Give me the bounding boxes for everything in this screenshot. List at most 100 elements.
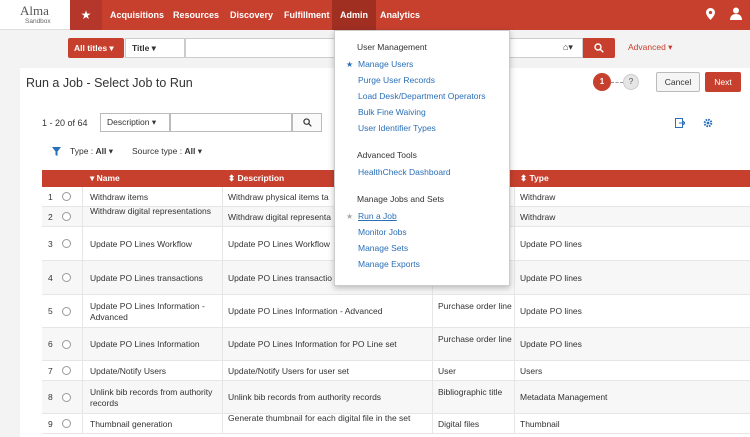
source-type-filter[interactable]: Source type : All ▾	[132, 146, 202, 157]
table-row[interactable]: 6 Update PO Lines Information Update PO Li…	[42, 328, 750, 361]
header-name[interactable]: ▾ Name	[90, 170, 120, 187]
row-select-radio[interactable]	[62, 392, 71, 402]
column-divider	[514, 187, 515, 206]
nav-acquisitions[interactable]: Acquisitions	[110, 0, 164, 30]
job-name: Update PO Lines Workflow	[90, 238, 192, 249]
list-search-button[interactable]	[292, 113, 322, 132]
type-filter-label: Type :	[70, 146, 94, 156]
job-name: Update PO Lines Information - Advanced	[90, 300, 205, 322]
logo-env: Sandbox	[25, 18, 51, 25]
column-divider	[514, 261, 515, 294]
menu-item-user-identifier-types[interactable]: User Identifier Types	[358, 123, 436, 133]
next-button[interactable]: Next	[705, 72, 741, 92]
row-select-radio[interactable]	[62, 306, 71, 316]
map-pin-icon[interactable]	[706, 8, 715, 23]
user-icon[interactable]	[730, 7, 742, 23]
job-type: Users	[520, 365, 543, 376]
step-indicator-1: 1	[593, 73, 611, 91]
menu-section-jobs-sets: Manage Jobs and Sets	[357, 194, 444, 204]
list-search-field-dropdown[interactable]: Description ▾	[100, 113, 170, 132]
column-divider	[432, 414, 433, 433]
menu-item-bulk-fine-waiving[interactable]: Bulk Fine Waiving	[358, 107, 426, 117]
job-source-type: User	[438, 365, 456, 376]
search-icon	[594, 43, 604, 53]
row-select-radio[interactable]	[62, 339, 71, 349]
cancel-button[interactable]: Cancel	[656, 72, 700, 92]
column-divider	[82, 381, 83, 413]
filter-icon	[52, 147, 61, 158]
row-number: 9	[48, 418, 53, 429]
job-description: Update/Notify Users for user set	[228, 365, 349, 376]
search-button[interactable]	[583, 38, 615, 58]
list-search-input[interactable]	[170, 113, 292, 132]
column-divider	[82, 261, 83, 294]
job-name: Thumbnail generation	[90, 418, 173, 429]
job-type: Withdraw	[520, 191, 556, 202]
step-connector	[611, 82, 623, 83]
admin-menu: User Management ★ Manage Users Purge Use…	[334, 30, 510, 286]
row-select-radio[interactable]	[62, 366, 71, 375]
search-icon	[302, 118, 312, 127]
menu-item-healthcheck[interactable]: HealthCheck Dashboard	[358, 167, 451, 177]
column-divider	[82, 187, 83, 206]
type-filter[interactable]: Type : All ▾	[70, 146, 113, 157]
row-select-radio[interactable]	[62, 192, 71, 201]
column-divider	[222, 227, 223, 260]
table-row[interactable]: 5 Update PO Lines Information - Advanced U…	[42, 295, 750, 328]
nav-fulfillment[interactable]: Fulfillment	[284, 0, 330, 30]
column-divider	[432, 328, 433, 360]
menu-item-manage-users[interactable]: Manage Users	[358, 59, 413, 69]
alma-logo[interactable]: Alma Sandbox	[0, 0, 70, 30]
job-type: Update PO lines	[520, 238, 582, 249]
row-select-radio[interactable]	[62, 212, 71, 221]
job-source-type: Purchase order line	[438, 333, 512, 344]
row-number: 2	[48, 211, 53, 222]
menu-item-manage-sets[interactable]: Manage Sets	[358, 243, 408, 253]
column-divider	[514, 295, 515, 327]
search-scope-dropdown[interactable]: All titles ▾	[68, 38, 124, 58]
menu-item-manage-exports[interactable]: Manage Exports	[358, 259, 420, 269]
results-count: 1 - 20 of 64	[42, 118, 88, 128]
favorites-star-icon[interactable]: ★	[70, 0, 102, 30]
job-type: Thumbnail	[520, 418, 560, 429]
export-icon[interactable]	[675, 118, 686, 131]
menu-section-user-management: User Management	[357, 42, 427, 52]
favorite-star-icon[interactable]: ★	[346, 212, 353, 221]
job-description: Update PO Lines Information for PO Line …	[228, 339, 397, 349]
menu-item-load-operators[interactable]: Load Desk/Department Operators	[358, 91, 486, 101]
job-type: Update PO lines	[520, 306, 582, 316]
table-row[interactable]: 7 Update/Notify Users Update/Notify Users …	[42, 361, 750, 381]
menu-item-purge-users[interactable]: Purge User Records	[358, 75, 435, 85]
column-divider	[222, 207, 223, 226]
column-divider	[514, 207, 515, 226]
nav-resources[interactable]: Resources	[173, 0, 219, 30]
row-select-radio[interactable]	[62, 419, 71, 428]
advanced-search-link[interactable]: Advanced ▾	[628, 42, 672, 53]
type-filter-value: All	[95, 146, 107, 156]
column-divider	[82, 295, 83, 327]
column-divider	[222, 361, 223, 380]
job-type: Withdraw	[520, 211, 556, 222]
column-divider	[222, 328, 223, 360]
column-divider	[432, 295, 433, 327]
nav-discovery[interactable]: Discovery	[230, 0, 273, 30]
row-select-radio[interactable]	[62, 273, 71, 282]
menu-item-monitor-jobs[interactable]: Monitor Jobs	[358, 227, 407, 237]
favorite-star-icon[interactable]: ★	[346, 60, 353, 69]
gear-icon[interactable]	[703, 118, 713, 131]
header-type[interactable]: ⬍ Type	[520, 170, 549, 187]
column-divider	[82, 207, 83, 226]
row-number: 5	[48, 306, 53, 316]
column-divider	[432, 381, 433, 413]
header-description[interactable]: ⬍ Description	[228, 170, 284, 187]
home-icon[interactable]: ⌂▾	[563, 42, 573, 53]
search-field-dropdown[interactable]: Title ▾	[125, 38, 185, 58]
job-name: Update PO Lines Information	[90, 339, 200, 349]
table-row[interactable]: 9 Thumbnail generation Generate thumbnail …	[42, 413, 750, 434]
table-row[interactable]: 8 Unlink bib records from authority recor…	[42, 381, 750, 414]
row-select-radio[interactable]	[62, 239, 71, 248]
column-divider	[222, 295, 223, 327]
nav-analytics[interactable]: Analytics	[380, 0, 420, 30]
menu-item-run-a-job[interactable]: Run a Job	[358, 211, 397, 221]
nav-admin[interactable]: Admin	[332, 0, 376, 30]
